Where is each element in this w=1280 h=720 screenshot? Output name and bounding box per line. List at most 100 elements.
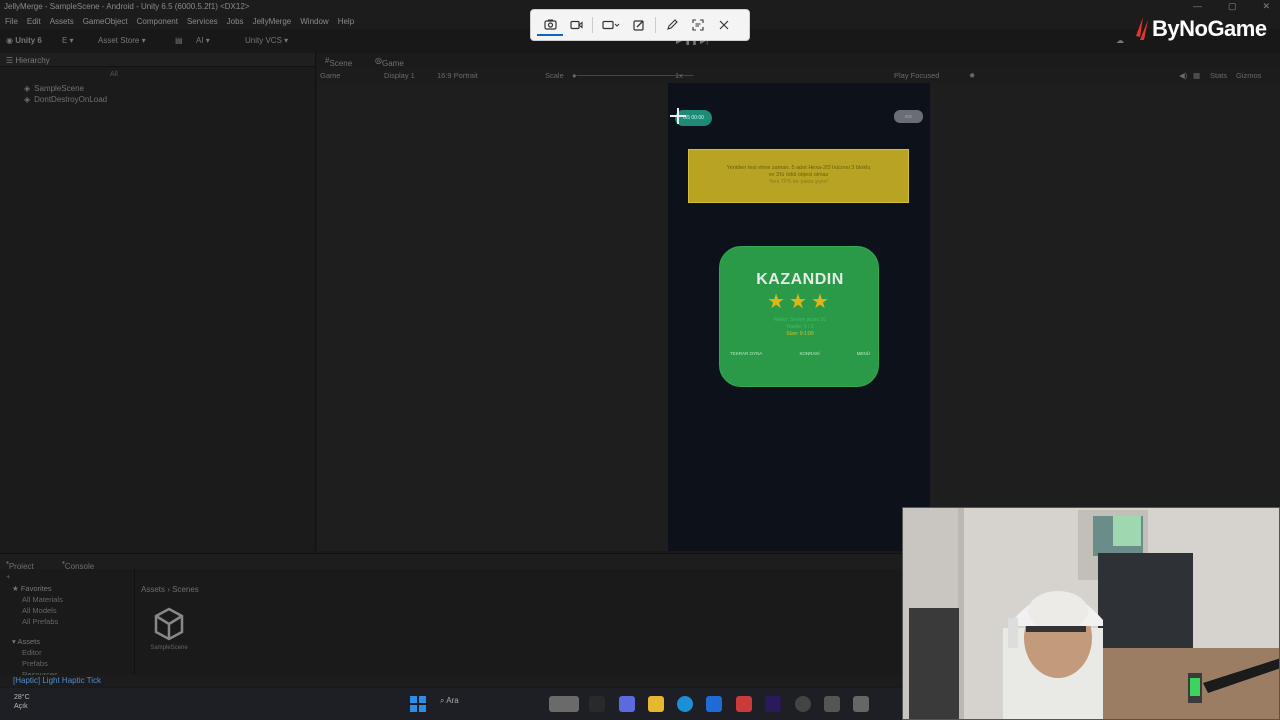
tree-favorites[interactable]: ★ Favorites — [12, 584, 52, 593]
win-title: KAZANDIN — [756, 271, 844, 288]
stats-toggle[interactable]: Stats — [1210, 71, 1227, 80]
brand-logo: ByNoGame — [1130, 16, 1267, 42]
pen-icon[interactable] — [659, 14, 685, 36]
obs-icon[interactable] — [795, 696, 811, 712]
menu-edit[interactable]: Edit — [27, 17, 41, 26]
replay-button[interactable]: TEKRAR OYNA — [730, 351, 762, 356]
add-icon[interactable]: + — [6, 572, 10, 581]
tree-folder-prefabs[interactable]: Prefabs — [22, 659, 48, 668]
menu-jobs[interactable]: Jobs — [227, 17, 244, 26]
menu-pill-button[interactable]: ≡≡≡ — [894, 110, 923, 123]
menu-help[interactable]: Help — [338, 17, 354, 26]
game-mode-dropdown[interactable]: Game — [320, 71, 340, 80]
next-button[interactable]: SONRAKİ — [799, 351, 819, 356]
hierarchy-item-label: DontDestroyOnLoad — [34, 95, 108, 104]
edge-icon[interactable] — [677, 696, 693, 712]
tree-fav-models[interactable]: All Models — [22, 606, 57, 615]
tab-hierarchy[interactable]: ☰ Hierarchy — [6, 56, 50, 65]
settings-icon[interactable]: ✹ — [969, 71, 975, 80]
video-icon[interactable] — [563, 14, 589, 36]
scale-label: Scale — [545, 71, 564, 80]
ai-dropdown[interactable]: AI ▾ — [196, 36, 210, 45]
divider — [655, 17, 656, 33]
close-window-button[interactable]: ✕ — [1262, 1, 1270, 12]
file-explorer-icon[interactable] — [648, 696, 664, 712]
display-dropdown[interactable]: Display 1 — [384, 71, 415, 80]
windows-start-icon[interactable] — [410, 696, 426, 712]
brand-text: ByNoGame — [1152, 16, 1267, 41]
menu-component[interactable]: Component — [137, 17, 178, 26]
hierarchy-search[interactable]: All — [6, 71, 306, 83]
store-icon[interactable] — [706, 696, 722, 712]
view-tabs: # Scene ◎ Game — [317, 53, 1280, 68]
hierarchy-item-samplescene[interactable]: ◈ SampleScene — [24, 84, 84, 93]
win-buttons: TEKRAR OYNA SONRAKİ MENÜ — [730, 351, 870, 356]
menu-services[interactable]: Services — [187, 17, 218, 26]
unity-version-button[interactable]: ◉ Unity 6 — [6, 36, 42, 45]
tab-scene[interactable]: # Scene — [325, 56, 352, 68]
taskbar-search-label: Ara — [446, 696, 459, 705]
menu-window[interactable]: Window — [300, 17, 328, 26]
unity-editor-icon[interactable] — [853, 696, 869, 712]
vcs-dropdown[interactable]: Unity VCS ▾ — [245, 36, 288, 45]
edit-image-icon[interactable] — [626, 14, 652, 36]
weather-widget[interactable]: 28°C Açık — [14, 693, 30, 711]
close-icon[interactable] — [711, 14, 737, 36]
stats-record: Rekor: Seviye puanı 10 — [774, 317, 826, 323]
play-mode-dropdown[interactable]: Play Focused — [894, 71, 939, 80]
menu-gameobject[interactable]: GameObject — [83, 17, 128, 26]
gizmos-toggle[interactable]: Gizmos — [1236, 71, 1261, 80]
grid-icon[interactable]: ▦ — [1193, 71, 1200, 80]
news-widget-icon[interactable] — [549, 696, 579, 712]
webcam-overlay — [902, 507, 1280, 720]
tree-assets-label: Assets — [17, 637, 40, 646]
status-message[interactable]: [Haptic] Light Haptic Tick — [13, 676, 101, 685]
menu-file[interactable]: File — [5, 17, 18, 26]
asset-label: SampleScene — [150, 645, 188, 651]
tree-assets[interactable]: ▾ Assets — [12, 637, 40, 646]
brand-mark-icon — [1130, 16, 1150, 42]
tree-fav-prefabs[interactable]: All Prefabs — [22, 617, 58, 626]
package-icon[interactable]: ▤ — [175, 36, 183, 45]
unity-version-label: Unity 6 — [15, 36, 42, 45]
tab-project[interactable]: ▪ Project — [6, 558, 34, 571]
scale-value: 1x — [675, 71, 683, 80]
menu-assets[interactable]: Assets — [50, 17, 74, 26]
tab-game[interactable]: ◎ Game — [375, 56, 404, 68]
unity-scene-icon: ◈ — [24, 95, 31, 104]
tab-console[interactable]: ▪ Console — [62, 558, 94, 571]
tab-hierarchy-label: Hierarchy — [15, 56, 50, 65]
window-controls: — ▢ ✕ — [1193, 1, 1270, 12]
minimize-button[interactable]: — — [1193, 1, 1202, 12]
stats-time: Süre: 0:1:00 — [786, 331, 814, 337]
copilot-icon[interactable] — [619, 696, 635, 712]
stats-moves: Hamle: 4 / 5 — [786, 324, 814, 330]
rectangle-select-icon[interactable] — [596, 14, 626, 36]
notice-banner: Yeniden test etme zaman. 5 adet Hexa-2f3… — [688, 149, 909, 203]
task-view-icon[interactable] — [589, 696, 605, 712]
account-dropdown[interactable]: E ▾ — [62, 36, 74, 45]
text-extract-icon[interactable] — [685, 14, 711, 36]
menu-jellymerge[interactable]: JellyMerge — [253, 17, 292, 26]
vivaldi-icon[interactable] — [736, 696, 752, 712]
aspect-dropdown[interactable]: 16:9 Portrait — [437, 71, 478, 80]
project-tree: + ★ Favorites All Materials All Models A… — [0, 569, 135, 675]
unity-scene-icon: ◈ — [24, 84, 31, 93]
maximize-button[interactable]: ▢ — [1228, 1, 1237, 12]
weather-desc: Açık — [14, 703, 28, 710]
asset-store-dropdown[interactable]: Asset Store ▾ — [98, 36, 146, 45]
taskbar-search[interactable]: ⌕ Ara — [440, 696, 459, 706]
hierarchy-search-input[interactable]: All — [110, 71, 118, 78]
menu-button[interactable]: MENÜ — [857, 351, 870, 356]
camera-icon[interactable] — [537, 14, 563, 36]
audio-icon[interactable]: ◀) — [1179, 71, 1187, 80]
premiere-icon[interactable] — [765, 696, 781, 712]
window-title: JellyMerge - SampleScene - Android - Uni… — [4, 2, 250, 11]
tree-fav-materials[interactable]: All Materials — [22, 595, 63, 604]
cloud-icon[interactable]: ☁ — [1116, 36, 1124, 45]
hierarchy-item-dontdestroyonload[interactable]: ◈ DontDestroyOnLoad — [24, 95, 107, 104]
asset-samplescene[interactable]: SampleScene — [149, 607, 189, 651]
unity-hub-icon[interactable] — [824, 696, 840, 712]
tree-folder-editor[interactable]: Editor — [22, 648, 42, 657]
hierarchy-header: ☰ Hierarchy — [0, 53, 315, 67]
